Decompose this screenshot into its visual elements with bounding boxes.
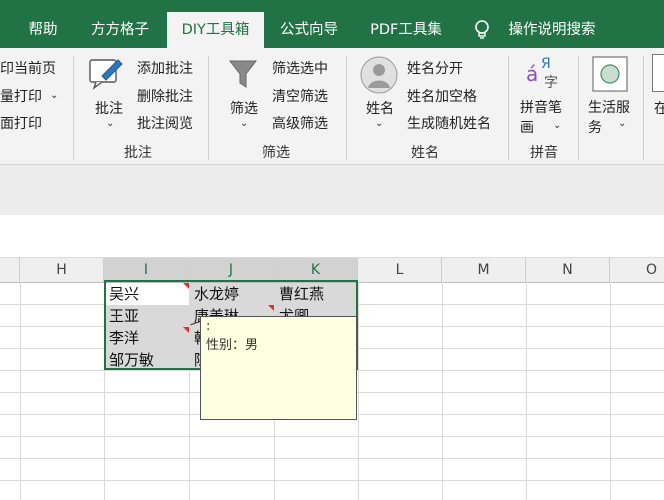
column-header-h[interactable]: H	[20, 258, 104, 282]
chevron-down-icon: ⌄	[375, 118, 384, 129]
comment-indicator[interactable]	[183, 327, 189, 333]
clear-filter-button[interactable]: 清空筛选	[272, 86, 328, 106]
delete-comment-button[interactable]: 删除批注	[137, 86, 193, 106]
comment-popup[interactable]: : 性别：男	[200, 316, 357, 420]
cell-j1[interactable]: 水龙婷	[190, 283, 274, 305]
group-label-name: 姓名	[411, 145, 439, 161]
partial-tool-label[interactable]: 在	[654, 98, 664, 118]
group-label-comment: 批注	[124, 145, 152, 161]
tab-help[interactable]: 帮助	[18, 12, 68, 48]
group-label-pinyin: 拼音	[530, 145, 558, 161]
separator	[346, 56, 347, 160]
column-header-n[interactable]: N	[526, 258, 610, 282]
name-add-space-button[interactable]: 姓名加空格	[407, 86, 477, 106]
chevron-down-icon: ⌄	[240, 118, 249, 129]
column-header-bar: H I J K L M N O	[0, 258, 664, 283]
separator	[578, 56, 579, 160]
group-label-filter: 筛选	[262, 145, 290, 161]
comment-edit-icon[interactable]	[88, 56, 124, 90]
tab-pdf-tools[interactable]: PDF工具集	[360, 12, 452, 48]
ribbon-tab-bar: 帮助 方方格子 DIY工具箱 公式向导 PDF工具集 操作说明搜索	[0, 0, 664, 48]
name-button-label[interactable]: 姓名	[366, 98, 394, 118]
batch-print[interactable]: 量打印	[0, 86, 42, 106]
pinyin-icon[interactable]: á Я 字	[524, 56, 564, 94]
cell-i3[interactable]: 李洋	[105, 327, 189, 349]
split-name-button[interactable]: 姓名分开	[407, 58, 463, 78]
filter-selected-button[interactable]: 筛选选中	[272, 58, 328, 78]
column-header-l[interactable]: L	[358, 258, 442, 282]
separator	[73, 56, 74, 160]
lightbulb-icon	[472, 19, 492, 41]
person-avatar-icon[interactable]	[360, 56, 398, 94]
page-print[interactable]: 面打印	[0, 113, 42, 133]
comment-button-label[interactable]: 批注	[95, 98, 123, 118]
filter-button-label[interactable]: 筛选	[230, 98, 258, 118]
random-name-button[interactable]: 生成随机姓名	[407, 113, 491, 133]
tab-formula-wizard[interactable]: 公式向导	[272, 12, 346, 48]
search-help[interactable]: 操作说明搜索	[500, 12, 604, 48]
review-comment-button[interactable]: 批注阅览	[137, 113, 193, 133]
column-header-m[interactable]: M	[442, 258, 526, 282]
filter-funnel-icon[interactable]	[228, 58, 258, 90]
column-header-k[interactable]: K	[274, 258, 358, 282]
pinyin-stroke-button-label[interactable]: 拼音笔画	[520, 98, 564, 138]
chevron-down-icon: ⌄	[618, 118, 627, 129]
chevron-down-icon: ⌄	[106, 118, 115, 129]
print-current-page[interactable]: 印当前页	[0, 58, 56, 78]
separator	[643, 56, 644, 160]
column-header-o[interactable]: O	[610, 258, 664, 282]
advanced-filter-button[interactable]: 高级筛选	[272, 113, 328, 133]
column-header-i[interactable]: I	[104, 258, 189, 282]
ribbon-collapsed-area	[0, 165, 664, 215]
cell-i2[interactable]: 王亚	[105, 305, 189, 327]
ribbon-panel: 印当前页 量打印 ⌄ 面打印 批注 ⌄ 添加批注 删除批注 批注阅览 批注 筛选…	[0, 48, 664, 165]
column-header-j[interactable]: J	[189, 258, 274, 282]
life-service-icon[interactable]	[592, 56, 628, 92]
tab-diy-toolbox[interactable]: DIY工具箱	[167, 12, 264, 48]
tab-fangfang[interactable]: 方方格子	[80, 12, 160, 48]
cell-i4[interactable]: 邹万敏	[105, 349, 189, 371]
chevron-down-icon: ⌄	[50, 90, 59, 101]
cell-k1[interactable]: 曹红燕	[275, 283, 358, 305]
comment-author: :	[206, 319, 211, 334]
separator	[208, 56, 209, 160]
separator	[508, 56, 509, 160]
formula-area	[0, 215, 664, 258]
cell-i1[interactable]: 吴兴	[105, 283, 189, 305]
chevron-down-icon: ⌄	[553, 120, 562, 131]
partial-tool-icon[interactable]	[652, 54, 664, 92]
comment-text: 性别：男	[206, 338, 259, 353]
add-comment-button[interactable]: 添加批注	[137, 58, 193, 78]
comment-indicator[interactable]	[183, 283, 189, 289]
comment-indicator[interactable]	[268, 305, 274, 311]
